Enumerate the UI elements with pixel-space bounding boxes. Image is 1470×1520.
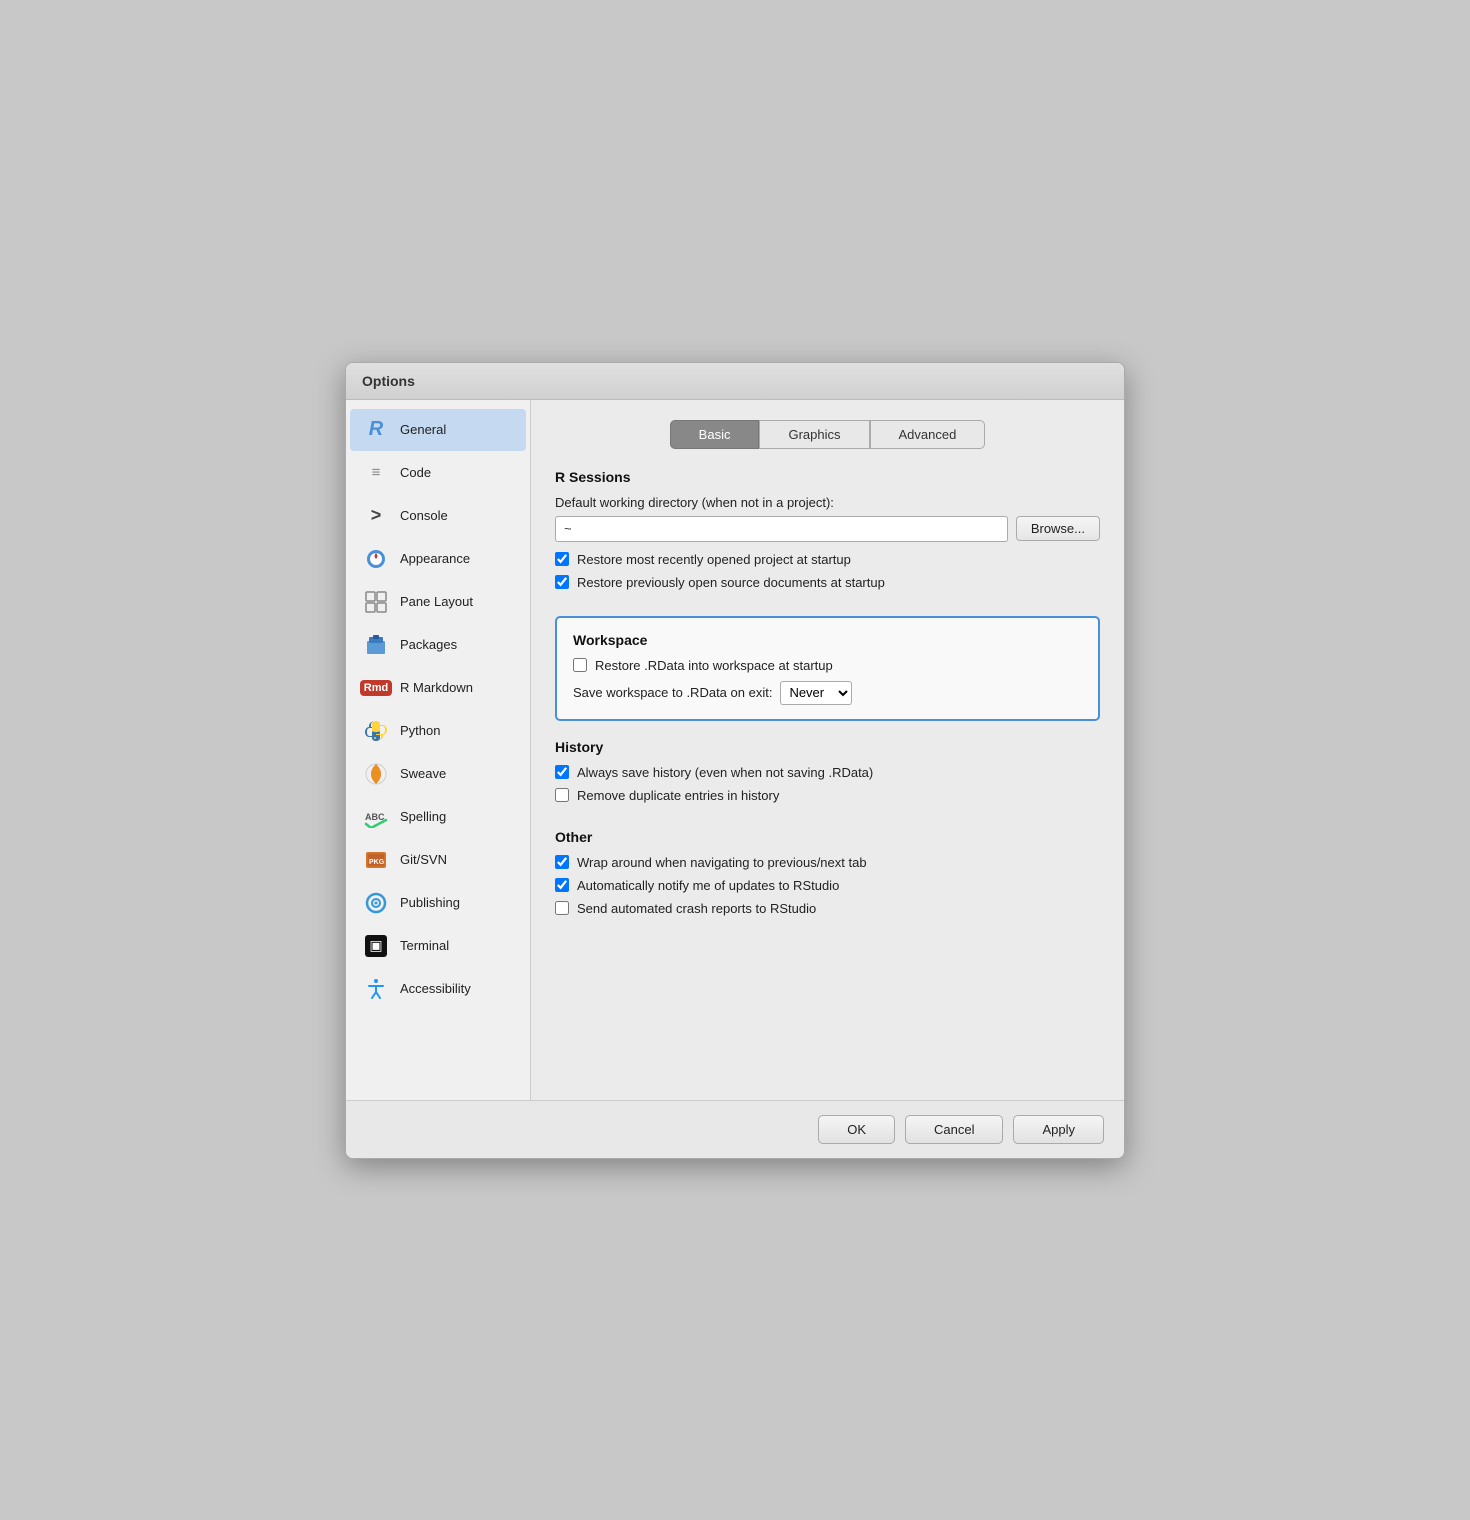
sidebar-label-publishing: Publishing xyxy=(400,895,460,910)
accessibility-icon xyxy=(362,975,390,1003)
sidebar-label-sweave: Sweave xyxy=(400,766,446,781)
git-svn-icon: PKG xyxy=(362,846,390,874)
sidebar-item-python[interactable]: Python xyxy=(350,710,526,752)
sidebar-item-console[interactable]: > Console xyxy=(350,495,526,537)
publishing-icon xyxy=(362,889,390,917)
apply-button[interactable]: Apply xyxy=(1013,1115,1104,1144)
remove-duplicates-label: Remove duplicate entries in history xyxy=(577,788,779,803)
sidebar-label-packages: Packages xyxy=(400,637,457,652)
history-title: History xyxy=(555,739,1100,755)
sidebar-label-general: General xyxy=(400,422,446,437)
svg-text:PKG: PKG xyxy=(369,859,385,866)
spelling-icon: ABC xyxy=(362,803,390,831)
restore-documents-row: Restore previously open source documents… xyxy=(555,575,1100,590)
wrap-around-label: Wrap around when navigating to previous/… xyxy=(577,855,867,870)
dialog-titlebar: Options xyxy=(346,363,1124,400)
python-icon xyxy=(362,717,390,745)
other-title: Other xyxy=(555,829,1100,845)
main-content: Basic Graphics Advanced R Sessions Defau… xyxy=(531,400,1124,1100)
sidebar-label-code: Code xyxy=(400,465,431,480)
save-workspace-select[interactable]: Never Always Ask xyxy=(780,681,852,705)
sidebar-label-python: Python xyxy=(400,723,440,738)
sidebar-label-appearance: Appearance xyxy=(400,551,470,566)
save-workspace-row: Save workspace to .RData on exit: Never … xyxy=(573,681,1082,705)
notify-updates-label: Automatically notify me of updates to RS… xyxy=(577,878,839,893)
save-workspace-label: Save workspace to .RData on exit: xyxy=(573,685,772,700)
ok-button[interactable]: OK xyxy=(818,1115,895,1144)
sidebar-label-r-markdown: R Markdown xyxy=(400,680,473,695)
tab-bar: Basic Graphics Advanced xyxy=(555,420,1100,449)
r-sessions-section: R Sessions Default working directory (wh… xyxy=(555,469,1100,598)
console-icon: > xyxy=(362,502,390,530)
sidebar-item-publishing[interactable]: Publishing xyxy=(350,882,526,924)
always-save-history-row: Always save history (even when not savin… xyxy=(555,765,1100,780)
restore-project-checkbox[interactable] xyxy=(555,552,569,566)
appearance-icon xyxy=(362,545,390,573)
sidebar-item-packages[interactable]: Packages xyxy=(350,624,526,666)
dialog-footer: OK Cancel Apply xyxy=(346,1100,1124,1158)
wrap-around-checkbox[interactable] xyxy=(555,855,569,869)
sidebar-item-terminal[interactable]: ▣ Terminal xyxy=(350,925,526,967)
sidebar-label-pane-layout: Pane Layout xyxy=(400,594,473,609)
tab-advanced[interactable]: Advanced xyxy=(870,420,986,449)
sidebar-label-git-svn: Git/SVN xyxy=(400,852,447,867)
crash-reports-checkbox[interactable] xyxy=(555,901,569,915)
pane-layout-icon xyxy=(362,588,390,616)
cancel-button[interactable]: Cancel xyxy=(905,1115,1003,1144)
other-section: Other Wrap around when navigating to pre… xyxy=(555,829,1100,924)
sidebar-item-r-markdown[interactable]: Rmd R Markdown xyxy=(350,667,526,709)
crash-reports-label: Send automated crash reports to RStudio xyxy=(577,901,816,916)
sidebar-item-git-svn[interactable]: PKG Git/SVN xyxy=(350,839,526,881)
sidebar: R General ≡ Code > Console xyxy=(346,400,531,1100)
directory-label: Default working directory (when not in a… xyxy=(555,495,1100,510)
browse-button[interactable]: Browse... xyxy=(1016,516,1100,541)
svg-text:ABC: ABC xyxy=(365,812,385,822)
dialog-body: R General ≡ Code > Console xyxy=(346,400,1124,1100)
remove-duplicates-checkbox[interactable] xyxy=(555,788,569,802)
restore-project-row: Restore most recently opened project at … xyxy=(555,552,1100,567)
notify-updates-checkbox[interactable] xyxy=(555,878,569,892)
workspace-title: Workspace xyxy=(573,632,1082,648)
restore-project-label: Restore most recently opened project at … xyxy=(577,552,851,567)
dialog-title: Options xyxy=(362,373,415,389)
packages-icon xyxy=(362,631,390,659)
sidebar-item-pane-layout[interactable]: Pane Layout xyxy=(350,581,526,623)
notify-updates-row: Automatically notify me of updates to RS… xyxy=(555,878,1100,893)
sidebar-item-general[interactable]: R General xyxy=(350,409,526,451)
workspace-section: Workspace Restore .RData into workspace … xyxy=(555,616,1100,721)
sidebar-label-spelling: Spelling xyxy=(400,809,446,824)
wrap-around-row: Wrap around when navigating to previous/… xyxy=(555,855,1100,870)
r-sessions-title: R Sessions xyxy=(555,469,1100,485)
sidebar-item-spelling[interactable]: ABC Spelling xyxy=(350,796,526,838)
r-icon: R xyxy=(362,416,390,444)
directory-row: Browse... xyxy=(555,516,1100,542)
options-dialog: Options R General ≡ Code > Console xyxy=(345,362,1125,1159)
sidebar-item-sweave[interactable]: Sweave xyxy=(350,753,526,795)
remove-duplicates-row: Remove duplicate entries in history xyxy=(555,788,1100,803)
sidebar-label-terminal: Terminal xyxy=(400,938,449,953)
restore-rdata-label: Restore .RData into workspace at startup xyxy=(595,658,833,673)
sidebar-item-accessibility[interactable]: Accessibility xyxy=(350,968,526,1010)
restore-rdata-row: Restore .RData into workspace at startup xyxy=(573,658,1082,673)
sidebar-label-accessibility: Accessibility xyxy=(400,981,471,996)
restore-rdata-checkbox[interactable] xyxy=(573,658,587,672)
code-icon: ≡ xyxy=(362,459,390,487)
crash-reports-row: Send automated crash reports to RStudio xyxy=(555,901,1100,916)
sweave-icon xyxy=(362,760,390,788)
restore-documents-label: Restore previously open source documents… xyxy=(577,575,885,590)
terminal-icon: ▣ xyxy=(362,932,390,960)
tab-basic[interactable]: Basic xyxy=(670,420,760,449)
always-save-history-label: Always save history (even when not savin… xyxy=(577,765,873,780)
sidebar-label-console: Console xyxy=(400,508,448,523)
directory-input[interactable] xyxy=(555,516,1008,542)
tab-graphics[interactable]: Graphics xyxy=(759,420,869,449)
history-section: History Always save history (even when n… xyxy=(555,739,1100,811)
r-markdown-icon: Rmd xyxy=(362,674,390,702)
sidebar-item-code[interactable]: ≡ Code xyxy=(350,452,526,494)
sidebar-item-appearance[interactable]: Appearance xyxy=(350,538,526,580)
restore-documents-checkbox[interactable] xyxy=(555,575,569,589)
always-save-history-checkbox[interactable] xyxy=(555,765,569,779)
